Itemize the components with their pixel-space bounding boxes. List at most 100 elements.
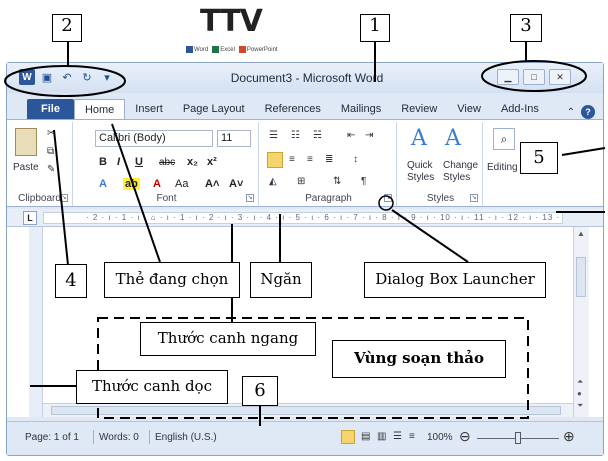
zoom-in-icon[interactable]: ⊕: [563, 428, 575, 445]
text-effects-icon[interactable]: A: [99, 178, 107, 190]
align-left-icon[interactable]: [267, 152, 283, 168]
browse-object-icon[interactable]: ●: [577, 389, 582, 398]
undo-icon[interactable]: ↶: [59, 69, 75, 85]
tab-add-ins[interactable]: Add-Ins: [491, 99, 549, 119]
web-layout-icon[interactable]: ▥: [377, 431, 386, 442]
bold-button[interactable]: B: [99, 156, 107, 168]
minimize-button[interactable]: ▁: [497, 69, 519, 85]
scroll-thumb[interactable]: [576, 257, 586, 297]
sort-icon[interactable]: ⇅: [333, 176, 341, 187]
editing-button[interactable]: Editing: [487, 162, 518, 173]
annotation-horizontal-ruler: Thước canh ngang: [140, 322, 316, 356]
hscroll-thumb[interactable]: [51, 406, 561, 415]
cut-icon[interactable]: ✂: [47, 128, 55, 139]
grow-font-button[interactable]: A˄: [205, 178, 219, 190]
increase-indent-icon[interactable]: ⇥: [365, 130, 373, 141]
change-styles-label-1[interactable]: Change: [443, 160, 478, 171]
word-count[interactable]: Words: 0: [99, 432, 139, 443]
customize-qat-icon[interactable]: ▾: [99, 69, 115, 85]
horizontal-ruler[interactable]: · 2 · ı · 1 · ı · ⌂ · ı · 1 · ı · 2 · ı …: [43, 212, 563, 224]
vertical-scrollbar[interactable]: ▲ ⏶ ● ⏷: [573, 227, 589, 417]
shrink-font-button[interactable]: A˅: [229, 178, 243, 190]
status-divider: [93, 430, 94, 444]
scroll-prev-page-icon[interactable]: ⏶: [577, 377, 583, 387]
logo-wordmark: TTV: [200, 4, 263, 39]
borders-icon[interactable]: ⊞: [297, 176, 305, 187]
tab-file[interactable]: File: [27, 99, 74, 119]
align-center-icon[interactable]: ≡: [289, 154, 295, 165]
justify-icon[interactable]: ≣: [325, 154, 333, 165]
paragraph-launcher-icon[interactable]: ↘: [384, 194, 392, 202]
numbering-icon[interactable]: ☷: [291, 130, 300, 141]
line-spacing-icon[interactable]: ↕: [353, 154, 358, 165]
multilevel-list-icon[interactable]: ☵: [313, 130, 322, 141]
redo-icon[interactable]: ↻: [79, 69, 95, 85]
clipboard-launcher-icon[interactable]: ↘: [60, 194, 68, 202]
font-label: Font: [156, 193, 177, 204]
font-name-field[interactable]: Calibri (Body): [95, 130, 213, 147]
language-indicator[interactable]: English (U.S.): [155, 432, 217, 443]
help-icon[interactable]: ?: [581, 105, 595, 119]
annotation-4: 4: [55, 264, 87, 298]
highlight-icon[interactable]: ab: [123, 178, 140, 190]
tab-selector[interactable]: L: [23, 211, 37, 225]
bullets-icon[interactable]: ☰: [269, 130, 278, 141]
change-styles-label-2[interactable]: Styles: [443, 172, 470, 183]
full-screen-reading-icon[interactable]: ▤: [361, 431, 370, 442]
annotation-editing-area: Vùng soạn thảo: [332, 340, 506, 378]
zoom-slider-thumb[interactable]: [515, 432, 521, 444]
word-app-icon[interactable]: W: [19, 69, 35, 85]
font-size-field[interactable]: 11: [217, 130, 251, 147]
draft-icon[interactable]: ≡: [409, 431, 415, 442]
styles-launcher-icon[interactable]: ↘: [470, 194, 478, 202]
decrease-indent-icon[interactable]: ⇤: [347, 130, 355, 141]
scroll-next-page-icon[interactable]: ⏷: [577, 401, 583, 411]
paste-icon[interactable]: [15, 128, 37, 156]
page-count[interactable]: Page: 1 of 1: [25, 432, 79, 443]
superscript-button[interactable]: x²: [207, 156, 217, 168]
tab-insert[interactable]: Insert: [125, 99, 173, 119]
binoculars-icon[interactable]: ⌕: [493, 128, 515, 150]
quick-styles-icon[interactable]: A: [411, 126, 427, 151]
tab-references[interactable]: References: [255, 99, 331, 119]
font-color-icon[interactable]: A: [153, 178, 161, 190]
maximize-button[interactable]: □: [523, 69, 545, 85]
tab-mailings[interactable]: Mailings: [331, 99, 391, 119]
group-clipboard: Paste ✂ ⧉ ✎ Clipboard ↘: [7, 122, 73, 206]
zoom-out-icon[interactable]: ⊖: [459, 428, 471, 445]
group-styles: A A Quick Styles Change Styles Styles ↘: [399, 122, 483, 206]
tab-home[interactable]: Home: [73, 99, 126, 119]
group-paragraph: ☰ ☷ ☵ ⇤ ⇥ ≡ ≡ ≣ ↕ ◭ ⊞ ⇅ ¶ Paragraph ↘: [261, 122, 397, 206]
logo-app-powerpoint: PowerPoint: [238, 46, 278, 53]
change-styles-icon[interactable]: A: [445, 126, 461, 151]
tab-review[interactable]: Review: [391, 99, 447, 119]
format-painter-icon[interactable]: ✎: [47, 164, 55, 175]
annotation-group: Ngăn: [250, 262, 312, 298]
zoom-level[interactable]: 100%: [427, 432, 453, 443]
save-icon[interactable]: ▣: [39, 69, 55, 85]
quick-styles-label-2[interactable]: Styles: [407, 172, 434, 183]
minimize-ribbon-icon[interactable]: ⌃: [567, 107, 575, 118]
scroll-up-icon[interactable]: ▲: [577, 229, 585, 238]
ribbon-tabs: File Home Insert Page Layout References …: [7, 97, 603, 119]
shading-icon[interactable]: ◭: [269, 176, 277, 187]
align-right-icon[interactable]: ≡: [307, 154, 313, 165]
tab-page-layout[interactable]: Page Layout: [173, 99, 255, 119]
vertical-ruler[interactable]: [29, 227, 43, 417]
underline-button[interactable]: U: [135, 156, 143, 168]
strikethrough-button[interactable]: abc: [159, 157, 175, 168]
print-layout-icon[interactable]: [341, 430, 355, 444]
close-button[interactable]: ✕: [549, 69, 571, 85]
show-marks-icon[interactable]: ¶: [361, 176, 366, 187]
horizontal-scrollbar[interactable]: [43, 403, 573, 417]
outline-icon[interactable]: ☰: [393, 431, 402, 442]
tab-view[interactable]: View: [447, 99, 491, 119]
horizontal-ruler-bar: L · 2 · ı · 1 · ı · ⌂ · ı · 1 · ı · 2 · …: [7, 209, 603, 227]
quick-styles-label-1[interactable]: Quick: [407, 160, 433, 171]
change-case-button[interactable]: Aa: [175, 178, 188, 190]
subscript-button[interactable]: x₂: [187, 156, 198, 168]
italic-button[interactable]: I: [117, 156, 120, 168]
copy-icon[interactable]: ⧉: [47, 146, 54, 157]
paste-button[interactable]: Paste: [13, 162, 39, 173]
font-launcher-icon[interactable]: ↘: [246, 194, 254, 202]
